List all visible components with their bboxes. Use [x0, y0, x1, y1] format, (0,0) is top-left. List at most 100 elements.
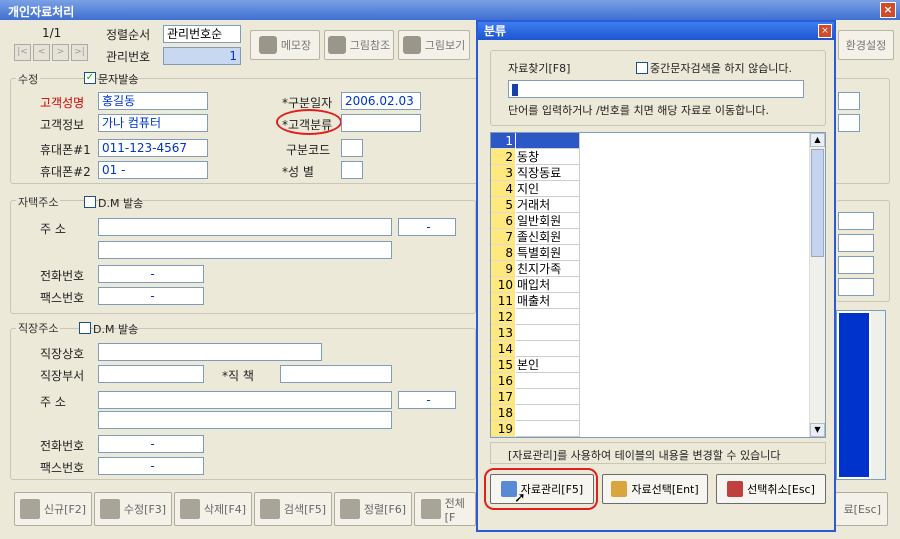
table-row[interactable]: 2 동창 — [491, 149, 809, 165]
sort-button[interactable]: 정렬[F6] — [334, 492, 412, 526]
category-dialog: 분류 × 자료찾기[F8] 중간문자검색을 하지 않습니다. 단어를 입력하거나… — [476, 20, 836, 532]
table-row[interactable]: 8 특별회원 — [491, 245, 809, 261]
code-field[interactable] — [341, 139, 363, 157]
env-settings-button[interactable]: 환경설정 — [838, 30, 894, 60]
row-value[interactable] — [516, 341, 580, 357]
mid-search-checkbox[interactable] — [636, 62, 648, 74]
row-value[interactable]: 특별회원 — [516, 245, 580, 261]
home-zip-field[interactable]: - — [398, 218, 456, 236]
table-row[interactable]: 4 지인 — [491, 181, 809, 197]
row-number: 15 — [491, 357, 515, 373]
table-row[interactable]: 5 거래처 — [491, 197, 809, 213]
work-addr2-field[interactable] — [98, 411, 392, 429]
edit-button[interactable]: 수정[F3] — [94, 492, 172, 526]
row-value[interactable] — [516, 405, 580, 421]
table-row[interactable]: 14 — [491, 341, 809, 357]
info-label: 고객정보 — [40, 118, 85, 132]
table-row[interactable]: 19 — [491, 421, 809, 437]
work-phone-field[interactable]: - — [98, 435, 204, 453]
class-field[interactable] — [341, 114, 421, 132]
table-row[interactable]: 16 — [491, 373, 809, 389]
prev-record-button[interactable]: < — [33, 44, 50, 61]
next-record-button[interactable]: > — [52, 44, 69, 61]
row-value[interactable] — [516, 133, 580, 149]
date-field[interactable]: 2006.02.03 — [341, 92, 421, 110]
mobile2-field[interactable]: 01 - — [98, 161, 208, 179]
home-phone-field[interactable]: - — [98, 265, 204, 283]
search-button[interactable]: 검색[F5] — [254, 492, 332, 526]
scroll-thumb[interactable] — [811, 149, 824, 257]
new-button[interactable]: 신규[F2] — [14, 492, 92, 526]
close-icon[interactable]: × — [880, 2, 896, 18]
table-row[interactable]: 17 — [491, 389, 809, 405]
right-list-scrollbar[interactable] — [871, 311, 885, 479]
row-value[interactable]: 일반회원 — [516, 213, 580, 229]
row-value[interactable] — [516, 309, 580, 325]
all-button[interactable]: 전체[F — [414, 492, 476, 526]
table-row[interactable]: 10 매입처 — [491, 277, 809, 293]
scroll-up-icon[interactable]: ▲ — [810, 133, 825, 147]
home-fax-field[interactable]: - — [98, 287, 204, 305]
table-row[interactable]: 11 매출처 — [491, 293, 809, 309]
table-row[interactable]: 3 직장동료 — [491, 165, 809, 181]
delete-button[interactable]: 삭제[F4] — [174, 492, 252, 526]
mobile1-field[interactable]: 011-123-4567 — [98, 139, 208, 157]
table-row[interactable]: 7 졸신회원 — [491, 229, 809, 245]
dialog-search-input[interactable] — [508, 80, 804, 98]
work-dm-checkbox[interactable] — [79, 322, 91, 334]
right-field-6[interactable] — [838, 278, 874, 296]
grid-scrollbar[interactable]: ▲ ▼ — [809, 133, 825, 437]
row-value[interactable]: 직장동료 — [516, 165, 580, 181]
gender-field[interactable] — [341, 161, 363, 179]
dept-field[interactable] — [98, 365, 204, 383]
right-field-3[interactable] — [838, 212, 874, 230]
table-row[interactable]: 9 친지가족 — [491, 261, 809, 277]
work-fax-field[interactable]: - — [98, 457, 204, 475]
row-value[interactable]: 동창 — [516, 149, 580, 165]
row-value[interactable]: 지인 — [516, 181, 580, 197]
table-row[interactable]: 15 본인 — [491, 357, 809, 373]
sort-select[interactable]: 관리번호순 — [163, 25, 241, 43]
dialog-close-icon[interactable]: × — [818, 24, 832, 38]
home-addr1-field[interactable] — [98, 218, 392, 236]
all-icon — [421, 499, 441, 519]
row-value[interactable]: 매입처 — [516, 277, 580, 293]
table-row[interactable]: 12 — [491, 309, 809, 325]
right-field-2[interactable] — [838, 114, 860, 132]
right-field-4[interactable] — [838, 234, 874, 252]
position-field[interactable] — [280, 365, 392, 383]
select-data-button[interactable]: 자료선택[Ent] — [602, 474, 708, 504]
right-field-5[interactable] — [838, 256, 874, 274]
right-field-1[interactable] — [838, 92, 860, 110]
memo-button[interactable]: 메모장 — [250, 30, 320, 60]
first-record-button[interactable]: |< — [14, 44, 31, 61]
table-row[interactable]: 18 — [491, 405, 809, 421]
category-grid[interactable]: 1 2 동창 3 직장동료 4 지인 5 거래처 6 일반회원 7 졸신회원 8 특별회원 9 친지가족 10 매입… — [490, 132, 826, 438]
table-row[interactable]: 1 — [491, 133, 809, 149]
sms-checkbox[interactable]: ✓ — [84, 72, 96, 84]
cancel-selection-button[interactable]: 선택취소[Esc] — [716, 474, 826, 504]
work-zip-field[interactable]: - — [398, 391, 456, 409]
row-value[interactable] — [516, 421, 580, 437]
work-addr1-field[interactable] — [98, 391, 392, 409]
info-field[interactable]: 가나 컴퓨터 — [98, 114, 208, 132]
pic-ref-button[interactable]: 그림참조 — [324, 30, 394, 60]
row-value[interactable] — [516, 373, 580, 389]
company-field[interactable] — [98, 343, 322, 361]
home-addr2-field[interactable] — [98, 241, 392, 259]
table-row[interactable]: 13 — [491, 325, 809, 341]
row-value[interactable]: 거래처 — [516, 197, 580, 213]
pic-view-button[interactable]: 그림보기 — [398, 30, 470, 60]
row-value[interactable]: 졸신회원 — [516, 229, 580, 245]
table-row[interactable]: 6 일반회원 — [491, 213, 809, 229]
home-dm-label: D.M 발송 — [98, 197, 144, 210]
scroll-down-icon[interactable]: ▼ — [810, 423, 825, 437]
home-dm-checkbox[interactable] — [84, 196, 96, 208]
row-value[interactable]: 친지가족 — [516, 261, 580, 277]
row-value[interactable] — [516, 325, 580, 341]
last-record-button[interactable]: >| — [71, 44, 88, 61]
name-field[interactable]: 홍길동 — [98, 92, 208, 110]
row-value[interactable]: 본인 — [516, 357, 580, 373]
row-value[interactable]: 매출처 — [516, 293, 580, 309]
row-value[interactable] — [516, 389, 580, 405]
